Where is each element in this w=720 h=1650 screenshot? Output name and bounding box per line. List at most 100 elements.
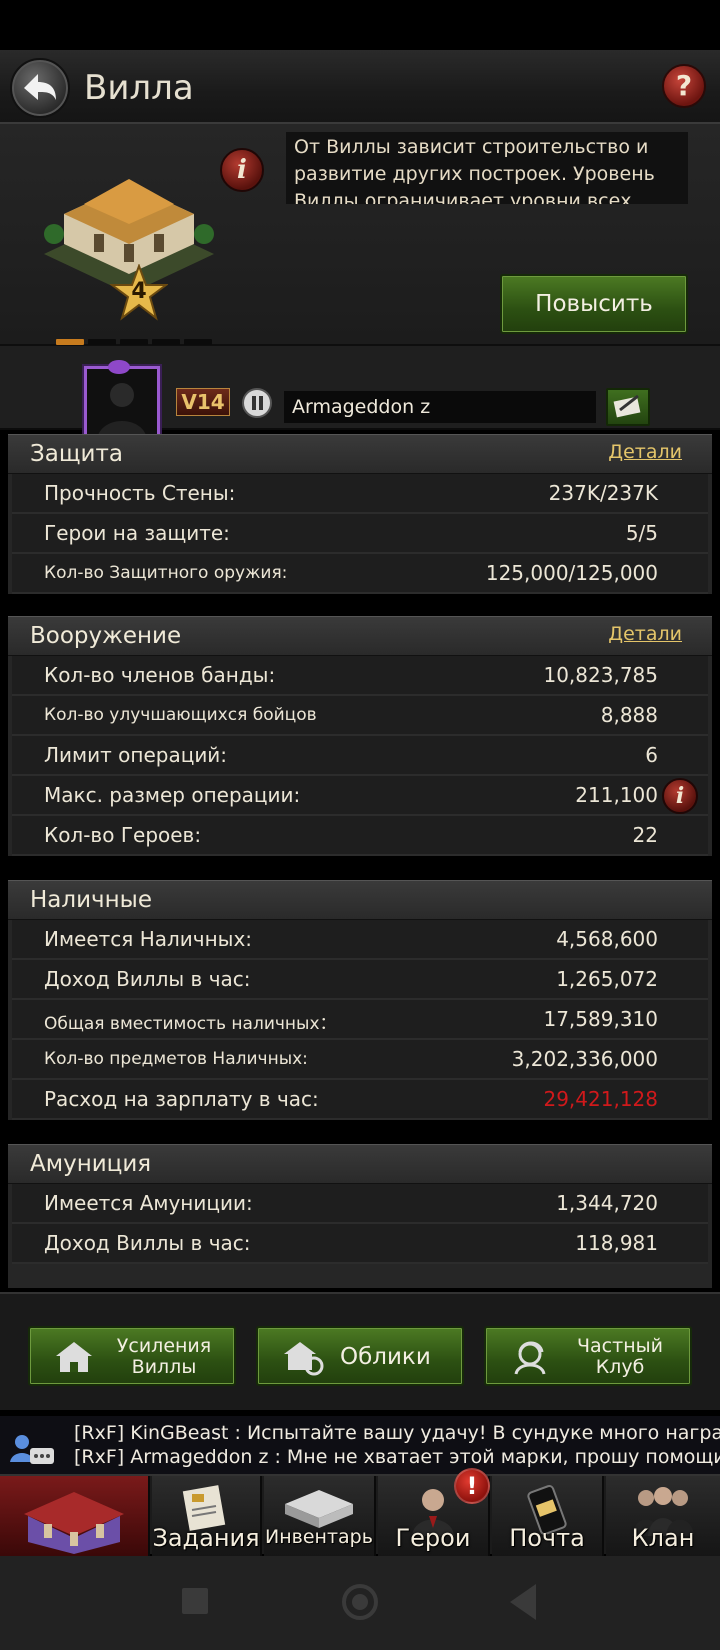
avatar-portrait-icon <box>87 369 157 439</box>
nav-clan[interactable]: Клан <box>606 1476 720 1556</box>
pager-dot[interactable] <box>88 339 116 345</box>
section-header: Наличные <box>8 880 712 920</box>
stat-value: 4,568,600 <box>556 927 658 951</box>
lady-portrait-icon <box>514 1341 546 1375</box>
system-nav-bar <box>0 1556 720 1650</box>
private-club-button[interactable]: Частный Клуб <box>484 1326 692 1386</box>
back-button[interactable] <box>10 58 70 118</box>
villa-info-button[interactable]: i <box>220 148 264 192</box>
chat-message: [RxF] KinGBeast : Испытайте вашу удачу! … <box>74 1422 720 1444</box>
avatar[interactable] <box>84 366 160 442</box>
nav-label: Инвентарь <box>265 1526 373 1548</box>
recent-apps-icon[interactable] <box>182 1588 208 1614</box>
back-triangle-icon[interactable] <box>510 1584 536 1620</box>
pager-dot[interactable] <box>152 339 180 345</box>
stat-row: Макс. размер операции: 211,100 i <box>12 776 708 816</box>
stat-row: Герои на защите: 5/5 <box>12 514 708 554</box>
player-name-field: Armageddon z <box>284 391 596 423</box>
stat-label: Имеется Наличных: <box>44 927 253 951</box>
stat-label: Кол-во членов банды: <box>44 663 276 687</box>
status-bar <box>0 0 720 50</box>
section-title: Вооружение <box>30 623 182 649</box>
stat-row: Кол-во членов банды: 10,823,785 <box>12 656 708 696</box>
stat-row: Расход на зарплату в час: 29,421,128 <box>12 1080 708 1120</box>
nav-mail[interactable]: Почта <box>492 1476 604 1556</box>
upgrade-button[interactable]: Повысить <box>500 274 688 334</box>
nav-home-villa[interactable] <box>0 1476 150 1556</box>
stat-row: Кол-во Защитного оружия: 125,000/125,000 <box>12 554 708 594</box>
heroes-alert-badge: ! <box>454 1468 490 1504</box>
villa-upgrade-icon <box>56 1342 92 1372</box>
villa-home-icon <box>24 1492 124 1554</box>
stat-row: Прочность Стены: 237K/237K <box>12 474 708 514</box>
edit-name-button[interactable] <box>606 388 650 426</box>
section-header: Защита Детали <box>8 434 712 474</box>
section-title: Наличные <box>30 887 152 913</box>
button-label: Усиления Виллы <box>116 1335 212 1378</box>
stat-value: 17,589,310 <box>543 1007 658 1031</box>
help-button[interactable]: ? <box>662 64 706 108</box>
section-header: Вооружение Детали <box>8 616 712 656</box>
back-arrow-icon <box>24 74 56 100</box>
villa-skins-icon <box>284 1342 324 1376</box>
nav-label: Клан <box>631 1524 695 1552</box>
inventory-briefcase-icon <box>285 1490 353 1528</box>
villa-description: От Виллы зависит строительство и развити… <box>286 132 688 204</box>
header: Вилла ? <box>0 50 720 124</box>
stat-value-negative: 29,421,128 <box>543 1087 658 1111</box>
nav-inventory[interactable]: Инвентарь <box>264 1476 376 1556</box>
stat-label: Кол-во предметов Наличных: <box>44 1049 308 1069</box>
vip-badge[interactable]: V14 <box>176 388 230 416</box>
stat-value: 211,100 <box>575 783 658 807</box>
stat-value: 3,202,336,000 <box>511 1047 658 1071</box>
pause-icon[interactable] <box>242 388 272 418</box>
stat-value: 22 <box>632 823 658 847</box>
nav-label: Почта <box>509 1524 585 1552</box>
stat-row: Имеется Амуниции: 1,344,720 <box>12 1184 708 1224</box>
stat-label: Кол-во Защитного оружия: <box>44 563 288 583</box>
home-icon[interactable] <box>342 1584 378 1620</box>
cash-section: Наличные Имеется Наличных: 4,568,600 Дохо… <box>8 880 712 1120</box>
chat-message: [RxF] Armageddon z : Мне не хватает этой… <box>74 1446 720 1468</box>
stat-row: Доход Виллы в час: 1,265,072 <box>12 960 708 1000</box>
stat-value: 5/5 <box>625 521 658 545</box>
nav-tasks[interactable]: Задания <box>152 1476 262 1556</box>
stat-label: Герои на защите: <box>44 521 230 545</box>
stat-row: Доход Виллы в час: 118,981 <box>12 1224 708 1264</box>
stat-label: Расход на зарплату в час: <box>44 1087 319 1111</box>
pager-dot[interactable] <box>120 339 148 345</box>
stat-label: Доход Виллы в час: <box>44 1231 251 1255</box>
stat-value: 125,000/125,000 <box>485 561 658 585</box>
pager-dot[interactable] <box>184 339 212 345</box>
chat-ticker[interactable]: [RxF] KinGBeast : Испытайте вашу удачу! … <box>0 1416 720 1474</box>
stat-label: Макс. размер операции: <box>44 783 301 807</box>
nav-label: Герои <box>395 1524 471 1552</box>
stat-value: 118,981 <box>575 1231 658 1255</box>
stat-value: 10,823,785 <box>543 663 658 687</box>
button-label: Облики <box>340 1344 431 1370</box>
armament-details-link[interactable]: Детали <box>608 623 682 645</box>
stat-label: Кол-во Героев: <box>44 823 202 847</box>
section-header: Амуниция <box>8 1144 712 1184</box>
skins-button[interactable]: Облики <box>256 1326 464 1386</box>
bottom-nav: Задания Инвентарь Герои Почта Клан <box>0 1474 720 1556</box>
stat-row: Имеется Наличных: 4,568,600 <box>12 920 708 960</box>
stat-row: Кол-во Героев: 22 <box>12 816 708 856</box>
villa-boosts-button[interactable]: Усиления Виллы <box>28 1326 236 1386</box>
defense-section: Защита Детали Прочность Стены: 237K/237K … <box>8 434 712 594</box>
stat-value: 237K/237K <box>548 481 658 505</box>
pager-dot[interactable] <box>56 339 84 345</box>
profile-row: V14 Armageddon z <box>0 346 720 442</box>
stat-row: Общая вместимость наличных： 17,589,310 <box>12 1000 708 1040</box>
villa-panel: 4 i От Виллы зависит строительство и раз… <box>0 124 720 346</box>
operation-info-button[interactable]: i <box>662 778 698 814</box>
defense-details-link[interactable]: Детали <box>608 441 682 463</box>
chat-group-icon <box>10 1435 54 1464</box>
stat-label: Прочность Стены: <box>44 481 236 505</box>
stat-label: Доход Виллы в час: <box>44 967 251 991</box>
avatar-frame-gem <box>108 360 130 374</box>
nav-label: Задания <box>152 1524 260 1552</box>
stat-row: Лимит операций: 6 <box>12 736 708 776</box>
stat-label: Имеется Амуниции: <box>44 1191 253 1215</box>
armament-section: Вооружение Детали Кол-во членов банды: 10… <box>8 616 712 856</box>
